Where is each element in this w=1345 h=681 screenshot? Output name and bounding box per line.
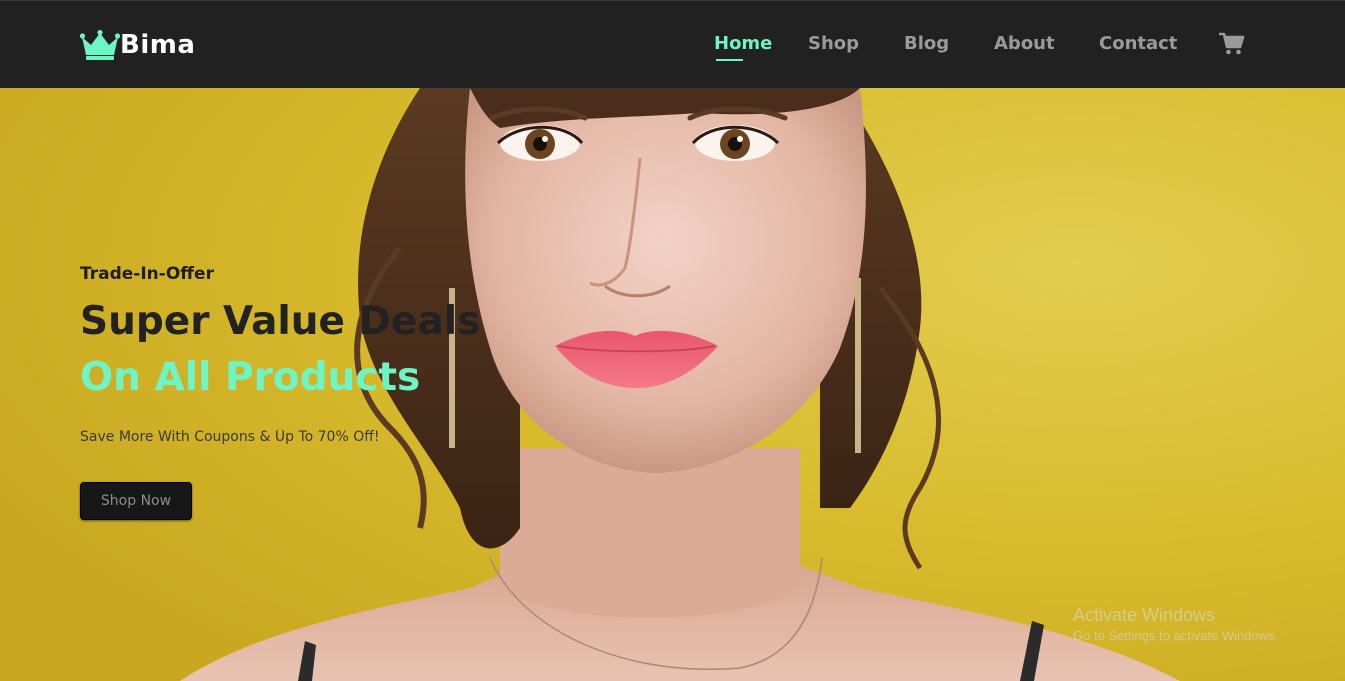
nav-shop[interactable]: Shop xyxy=(808,33,859,55)
shop-now-button[interactable]: Shop Now xyxy=(80,482,192,520)
hero-banner: Trade-In-Offer Super Value Deals On All … xyxy=(0,88,1345,681)
offer-label: Trade-In-Offer xyxy=(80,264,214,284)
watermark-title: Activate Windows xyxy=(1073,605,1216,625)
hero-subheadline: On All Products xyxy=(80,355,421,400)
nav-home[interactable]: Home xyxy=(714,33,772,55)
shopping-cart-icon[interactable] xyxy=(1219,32,1245,56)
nav-about[interactable]: About xyxy=(994,33,1055,55)
hero-headline: Super Value Deals xyxy=(80,299,481,344)
nav-contact[interactable]: Contact xyxy=(1099,33,1177,55)
windows-activation-watermark: Activate Windows Go to Settings to activ… xyxy=(1073,604,1278,644)
hero-description: Save More With Coupons & Up To 70% Off! xyxy=(80,429,380,445)
top-navbar: Bima Home Shop Blog About Contact xyxy=(0,0,1345,88)
nav-blog[interactable]: Blog xyxy=(904,33,949,55)
watermark-subtitle: Go to Settings to activate Windows. xyxy=(1073,628,1279,643)
active-nav-indicator xyxy=(716,59,743,61)
hero-text-block: Trade-In-Offer Super Value Deals On All … xyxy=(80,263,480,520)
main-nav: Home Shop Blog About Contact xyxy=(0,1,1345,89)
